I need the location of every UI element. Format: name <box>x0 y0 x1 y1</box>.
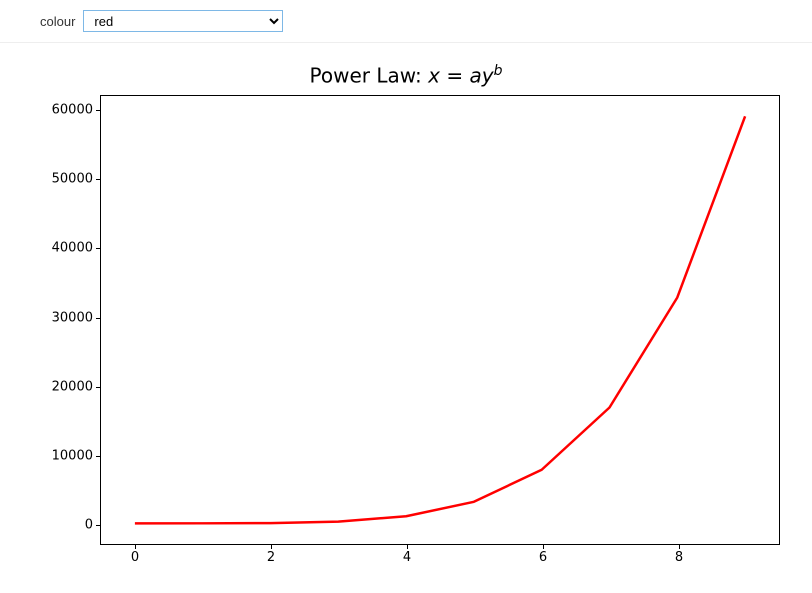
colour-dropdown[interactable]: red <box>83 10 283 32</box>
xtick-label: 0 <box>131 550 139 565</box>
colour-label: colour <box>40 14 75 29</box>
ytick-mark <box>96 456 101 457</box>
title-prefix: Power Law: <box>310 64 429 88</box>
ytick-mark <box>96 525 101 526</box>
ytick-label: 40000 <box>52 241 93 256</box>
controls-bar: colour red <box>0 0 812 43</box>
ytick-label: 0 <box>85 518 93 533</box>
plot-area: 010000200003000040000500006000002468 <box>100 95 780 545</box>
xtick-mark <box>679 544 680 549</box>
chart: Power Law: x = ayb 010000200003000040000… <box>0 45 812 593</box>
ytick-label: 20000 <box>52 379 93 394</box>
ytick-label: 50000 <box>52 172 93 187</box>
xtick-label: 6 <box>539 550 547 565</box>
ytick-label: 30000 <box>52 310 93 325</box>
xtick-mark <box>271 544 272 549</box>
chart-title: Power Law: x = ayb <box>0 63 812 88</box>
ytick-mark <box>96 318 101 319</box>
xtick-label: 4 <box>403 550 411 565</box>
xtick-label: 2 <box>267 550 275 565</box>
ytick-mark <box>96 179 101 180</box>
ytick-label: 60000 <box>52 102 93 117</box>
ytick-label: 10000 <box>52 449 93 464</box>
xtick-label: 8 <box>675 550 683 565</box>
xtick-mark <box>407 544 408 549</box>
data-line <box>101 96 779 544</box>
xtick-mark <box>543 544 544 549</box>
xtick-mark <box>135 544 136 549</box>
ytick-mark <box>96 387 101 388</box>
ytick-mark <box>96 110 101 111</box>
ytick-mark <box>96 248 101 249</box>
